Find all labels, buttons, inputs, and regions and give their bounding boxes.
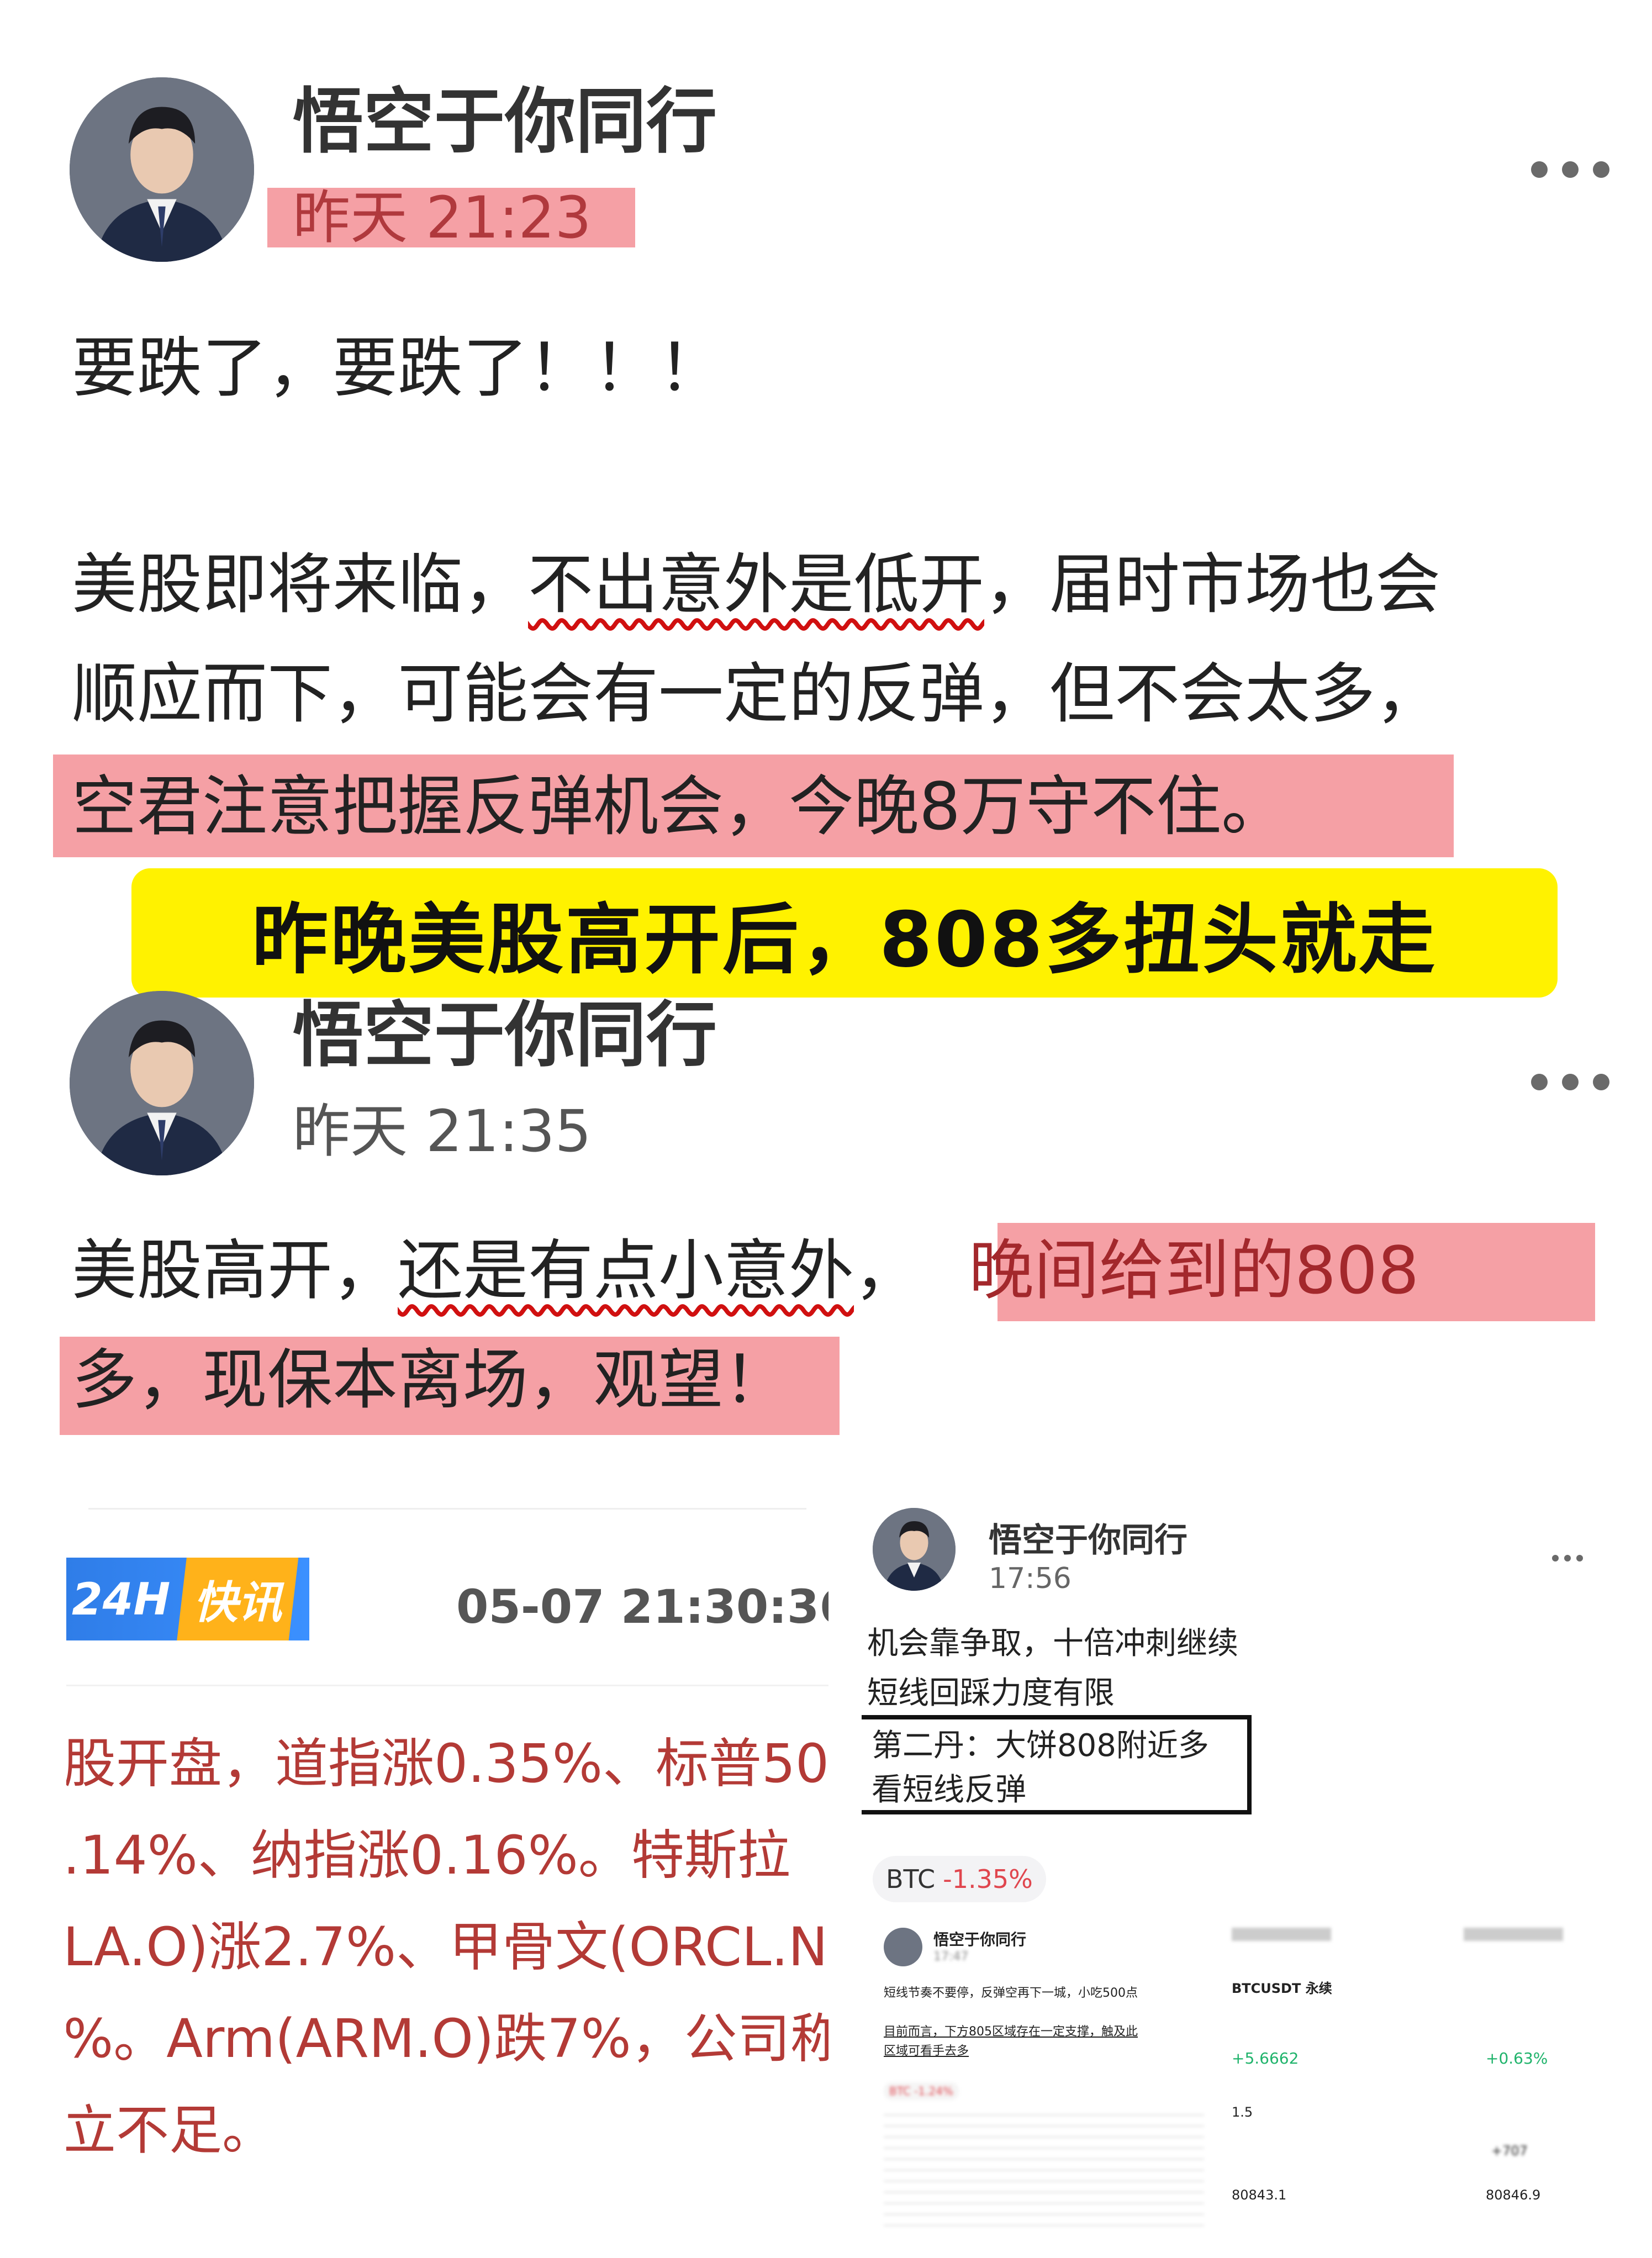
more-options-icon bbox=[1552, 1555, 1583, 1561]
more-options-icon[interactable] bbox=[1531, 1074, 1609, 1090]
news-body: 股开盘，道指涨0.35%、标普500指 .14%、纳指涨0.16%。特斯拉 LA… bbox=[66, 1718, 828, 2176]
person-avatar-icon bbox=[873, 1508, 956, 1591]
position-size: 1.5 bbox=[1232, 2104, 1253, 2120]
post-paragraph-line: 美股即将来临，不出意外是低开，届时市场也会 bbox=[72, 530, 1440, 639]
boxed-callout: 第二丹：大饼808附近多 看短线反弹 bbox=[862, 1715, 1252, 1814]
news-line: %。Arm(ARM.O)跌7%，公司称目 bbox=[66, 2008, 828, 2070]
divider bbox=[88, 1508, 806, 1510]
news-line: .14%、纳指涨0.16%。特斯拉 bbox=[66, 1824, 790, 1886]
mark-change: +707 bbox=[1491, 2143, 1528, 2159]
post-line: 要跌了，要跌了！！！ bbox=[72, 330, 724, 406]
text-segment: 美股高开， bbox=[72, 1232, 398, 1309]
author-name[interactable]: 悟空于你同行 bbox=[293, 81, 717, 163]
nested-preview bbox=[884, 2104, 1204, 2226]
post-line: 短线回踩力度有限 bbox=[867, 1675, 1115, 1711]
nested-post: 悟空于你同行 17:47 短线节奏不要停，反弹空再下一城，小吃500点 目前而言… bbox=[873, 1922, 1215, 2231]
post-timestamp: 17:47 bbox=[933, 1950, 969, 1964]
author-name: 悟空于你同行 bbox=[989, 1521, 1187, 1560]
btc-change-chip: BTC -1.35% bbox=[873, 1856, 1046, 1902]
pnl-value: +5.6662 bbox=[1232, 2049, 1299, 2067]
news-line: 立不足。 bbox=[66, 2099, 275, 2161]
author-name: 悟空于你同行 bbox=[933, 1930, 1027, 1949]
earlier-post-screenshot: 悟空于你同行 17:56 机会靠争取，十倍冲刺继续 短线回踩力度有限 第二丹：大… bbox=[862, 1491, 1591, 2237]
news-line: LA.O)涨2.7%、甲骨文(ORCL.N)涨 bbox=[66, 1916, 828, 1978]
avatar[interactable] bbox=[70, 991, 254, 1175]
tag-label-flash: 快讯 bbox=[177, 1558, 299, 1640]
text-segment: ， bbox=[854, 1232, 920, 1309]
trading-panel: BTCUSDT 永续 +5.6662 +0.63% 1.5 +707 80843… bbox=[1226, 1922, 1585, 2231]
wavy-underlined-text: 还是有点小意外 bbox=[398, 1232, 854, 1309]
avatar[interactable] bbox=[70, 77, 254, 262]
coin-change: -1.35% bbox=[943, 1864, 1033, 1894]
post-line: 区域可看手去多 bbox=[884, 2044, 969, 2058]
more-options-icon[interactable] bbox=[1531, 161, 1609, 178]
coin-change: BTC -1.24% bbox=[884, 2082, 959, 2100]
boxed-line: 看短线反弹 bbox=[872, 1772, 1026, 1808]
headline-banner: 昨晚美股高开后，808多扭头就走 bbox=[131, 868, 1558, 998]
tag-label: 24H bbox=[72, 1573, 171, 1625]
text-segment: 美股即将来临， bbox=[72, 546, 529, 622]
avatar bbox=[884, 1928, 922, 1966]
news-line: 股开盘，道指涨0.35%、标普500指 bbox=[66, 1733, 828, 1795]
highlighted-text: 多，现保本离场，观望！ bbox=[72, 1342, 789, 1418]
mark-price: 80846.9 bbox=[1486, 2187, 1541, 2203]
wavy-underlined-text: 不出意外是低开 bbox=[528, 546, 985, 622]
highlighted-text: 空君注意把握反弹机会，今晚8万守不住。 bbox=[72, 768, 1287, 845]
news-datetime: 05-07 21:30:36 星期 bbox=[456, 1580, 828, 1634]
person-avatar-icon bbox=[70, 991, 254, 1175]
post-timestamp: 17:56 bbox=[989, 1562, 1072, 1595]
post-paragraph-line: 顺应而下，可能会有一定的反弹，但不会太多， bbox=[72, 656, 1441, 732]
entry-price: 80843.1 bbox=[1232, 2187, 1287, 2203]
text-segment: ，届时市场也会 bbox=[984, 546, 1441, 622]
post-line: 目前而言，下方805区域存在一定支撑，触及此 bbox=[884, 2025, 1138, 2039]
highlighted-text: 晚间给到的808 bbox=[969, 1232, 1419, 1309]
post-line: 短线节奏不要停，反弹空再下一城，小吃500点 bbox=[884, 1986, 1138, 2000]
pnl-percent: +0.63% bbox=[1486, 2049, 1548, 2067]
post-timestamp: 昨天 21:23 bbox=[293, 184, 592, 251]
post-timestamp: 昨天 21:35 bbox=[293, 1098, 592, 1165]
pair-name: BTCUSDT 永续 bbox=[1232, 1981, 1332, 1996]
avatar bbox=[873, 1508, 956, 1591]
panel-header bbox=[1232, 1928, 1563, 1941]
post-paragraph-line: 美股高开，还是有点小意外， 晚间给到的808 bbox=[72, 1216, 1419, 1325]
coin-label: BTC bbox=[886, 1864, 936, 1894]
author-name[interactable]: 悟空于你同行 bbox=[293, 994, 717, 1077]
person-avatar-icon bbox=[70, 77, 254, 262]
boxed-line: 第二丹：大饼808附近多 bbox=[872, 1728, 1209, 1764]
divider bbox=[66, 1685, 828, 1686]
news-flash-tag: 24H 快讯 bbox=[66, 1558, 309, 1640]
news-screenshot: 24H 快讯 05-07 21:30:36 星期 股开盘，道指涨0.35%、标普… bbox=[66, 1502, 828, 2198]
post-line: 机会靠争取，十倍冲刺继续 bbox=[867, 1626, 1238, 1661]
